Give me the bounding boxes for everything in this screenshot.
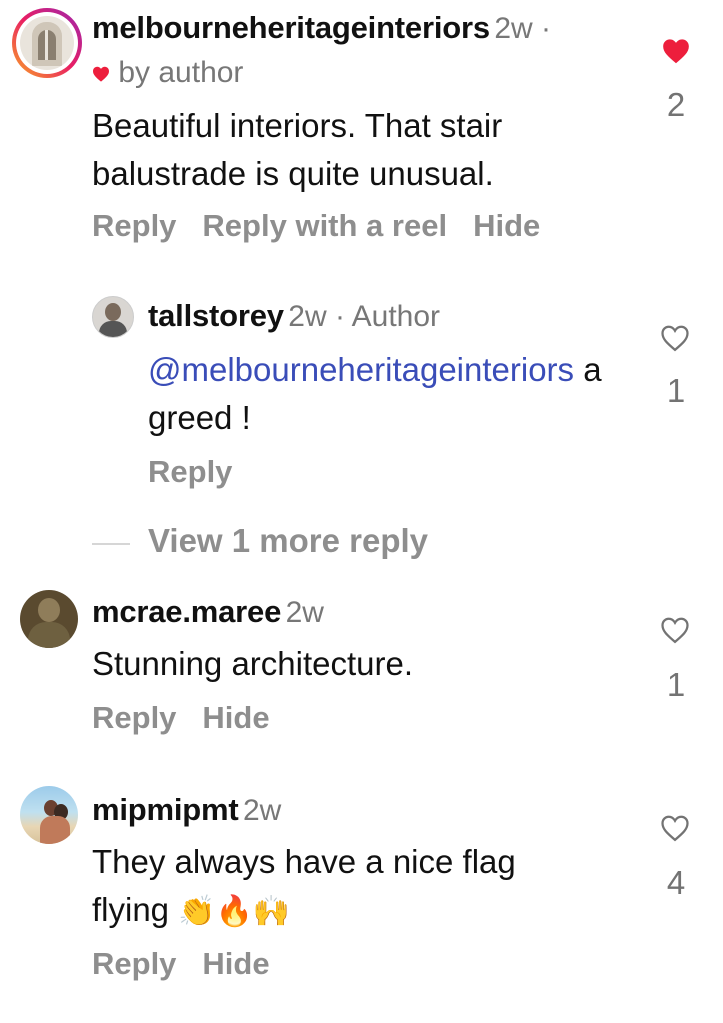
comment-actions: Reply Reply with a reel Hide xyxy=(92,208,566,244)
comment-username[interactable]: melbourneheritageinteriors xyxy=(92,10,490,45)
reply-button[interactable]: Reply xyxy=(92,946,176,981)
comment-time: 2w xyxy=(285,596,324,629)
reply-time: 2w · Author xyxy=(288,300,441,333)
comment-actions: Reply Hide xyxy=(92,946,296,982)
comment-username[interactable]: mcrae.maree xyxy=(92,594,281,629)
liked-by-author: by author xyxy=(92,56,243,90)
like-heart-icon[interactable] xyxy=(660,814,690,842)
comment-actions: Reply Hide xyxy=(92,700,296,736)
reply-button[interactable]: Reply xyxy=(148,454,232,489)
comment-time: 2w · xyxy=(494,12,552,45)
comment-text: They always have a nice flag flying 👏🔥🙌 xyxy=(92,838,592,936)
like-count: 4 xyxy=(666,864,686,901)
like-heart-icon[interactable] xyxy=(660,616,690,644)
avatar[interactable] xyxy=(20,590,78,648)
comment-text: Beautiful interiors. That stair balustra… xyxy=(92,107,503,192)
reply-button[interactable]: Reply xyxy=(92,700,176,735)
avatar[interactable] xyxy=(12,8,82,78)
comment-text-body: They always have a nice flag flying xyxy=(92,843,516,928)
reply-button[interactable]: Reply xyxy=(92,208,176,243)
like-count: 1 xyxy=(666,372,686,409)
like-heart-icon[interactable] xyxy=(660,324,690,352)
like-count: 1 xyxy=(666,666,686,703)
hide-button[interactable]: Hide xyxy=(202,946,269,981)
like-heart-icon[interactable] xyxy=(662,38,690,64)
reply-text: @melbourneheritageinteriors agreed ! xyxy=(148,346,613,442)
reply-with-reel-button[interactable]: Reply with a reel xyxy=(202,208,447,243)
reply-username[interactable]: tallstorey xyxy=(148,298,284,333)
hide-button[interactable]: Hide xyxy=(473,208,540,243)
reply-actions: Reply xyxy=(148,454,258,490)
thread-divider xyxy=(92,543,130,545)
comment-username[interactable]: mipmipmt xyxy=(92,792,239,827)
comment-text: Stunning architecture. xyxy=(92,645,414,682)
emoji-clap-fire-raised-hands: 👏🔥🙌 xyxy=(178,895,291,928)
hide-button[interactable]: Hide xyxy=(202,700,269,735)
small-heart-icon xyxy=(92,66,110,82)
like-count: 2 xyxy=(666,86,686,123)
liked-by-label: by author xyxy=(118,56,244,89)
mention-link[interactable]: @melbourneheritageinteriors xyxy=(148,351,574,388)
avatar[interactable] xyxy=(92,296,134,338)
comment-time: 2w xyxy=(242,794,282,827)
avatar[interactable] xyxy=(20,786,78,844)
view-more-replies[interactable]: View 1 more reply xyxy=(148,522,428,560)
